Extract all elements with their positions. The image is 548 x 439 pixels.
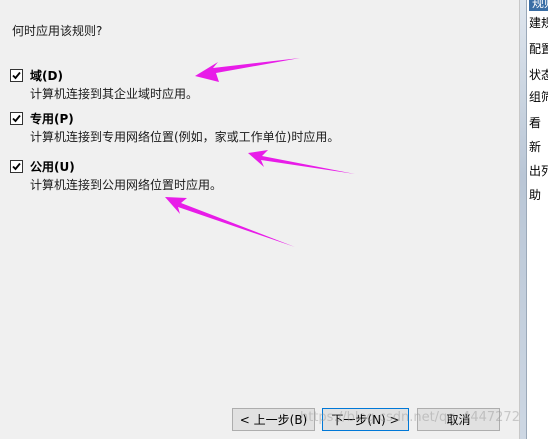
public-checkbox[interactable] [10,159,23,173]
sidebar-item-config[interactable]: 配置 [529,40,548,57]
public-description: 计算机连接到公用网络位置时应用。 [30,178,223,192]
public-label[interactable]: 公用(U) [30,158,75,175]
sidebar-item-help[interactable]: 助 [529,186,541,203]
private-description: 计算机连接到专用网络位置(例如，家或工作单位)时应用。 [30,130,340,144]
domain-checkbox[interactable] [10,68,23,82]
sidebar-item-refresh[interactable]: 新 [529,138,541,155]
annotation-arrow-private [248,150,355,174]
annotation-arrows [165,58,355,247]
rule-wizard-dialog: 何时应用该规则? 域(D) 计算机连接到其企业域时应用。 专用(P) 计算机连接… [0,0,528,439]
sidebar-header: 规则 [529,0,548,11]
check-icon [12,71,21,79]
option-private: 专用(P) 计算机连接到专用网络位置(例如，家或工作单位)时应用。 [10,110,339,145]
sidebar-item-new-rule[interactable]: 建规 [529,14,548,31]
actions-sidebar: 规则 建规 配置 状态 组筛 看 新 出列 助 [519,0,548,439]
private-label[interactable]: 专用(P) [30,110,74,127]
private-checkbox[interactable] [10,111,23,125]
next-button[interactable]: 下一步(N) > [322,408,409,431]
check-icon [12,162,21,170]
option-domain: 域(D) 计算机连接到其企业域时应用。 [10,67,198,102]
sidebar-item-export[interactable]: 出列 [529,162,548,179]
question-label: 何时应用该规则? [12,24,103,38]
cancel-button[interactable]: 取消 [417,408,500,431]
sidebar-item-view[interactable]: 看 [529,114,541,131]
sidebar-item-state[interactable]: 状态 [529,66,548,83]
annotation-arrow-public [165,197,295,247]
option-public: 公用(U) 计算机连接到公用网络位置时应用。 [10,158,222,193]
sidebar-item-group-filter[interactable]: 组筛 [529,88,548,105]
check-icon [12,114,21,122]
back-button[interactable]: < 上一步(B) [232,408,315,431]
annotation-arrow-domain [195,58,300,82]
domain-label[interactable]: 域(D) [30,67,63,84]
sidebar-scroll-strip [520,0,527,439]
domain-description: 计算机连接到其企业域时应用。 [30,87,199,101]
